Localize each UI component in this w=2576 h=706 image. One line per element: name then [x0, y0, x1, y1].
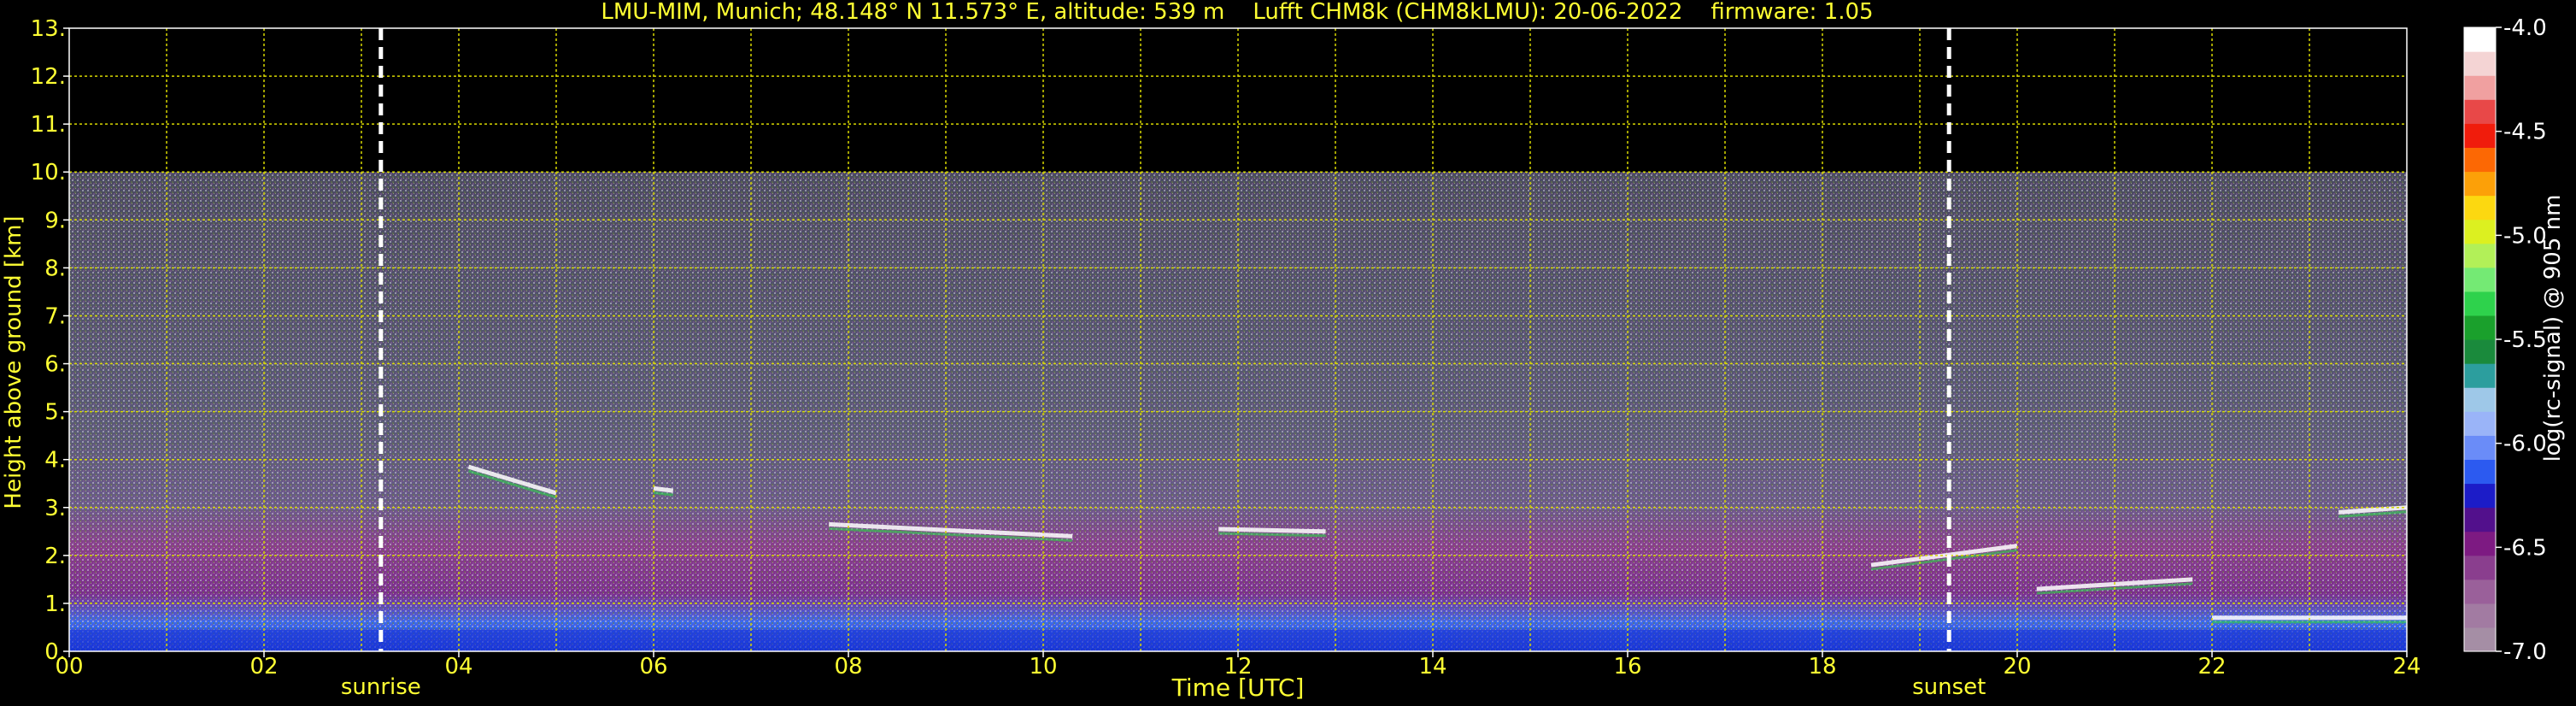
colorbar-segment	[2464, 483, 2496, 509]
y-tick-label: 7.	[44, 303, 66, 329]
colorbar-segment	[2464, 579, 2496, 604]
colorbar-segment	[2464, 627, 2496, 652]
y-tick-label: 10.	[31, 160, 66, 185]
colorbar-segment	[2464, 195, 2496, 221]
sunrise-label: sunrise	[341, 674, 421, 700]
colorbar-segment	[2464, 603, 2496, 628]
colorbar-segment	[2464, 555, 2496, 580]
colorbar-segment	[2464, 291, 2496, 316]
colorbar-segment	[2464, 339, 2496, 364]
x-tick-label: 04	[444, 654, 472, 680]
y-tick-label: 1.	[44, 591, 66, 617]
colorbar-segment	[2464, 267, 2496, 292]
colorbar-segment	[2464, 51, 2496, 76]
x-tick-label: 22	[2198, 654, 2226, 680]
y-tick-label: 9.	[44, 208, 66, 233]
x-axis-label: Time [UTC]	[1171, 674, 1305, 702]
y-tick-label: 13.	[31, 16, 66, 42]
x-tick-label: 20	[2003, 654, 2031, 680]
y-tick-label: 12.	[31, 64, 66, 90]
sunset-label: sunset	[1912, 674, 1986, 700]
x-tick-label: 08	[834, 654, 862, 680]
cloud-layer	[653, 485, 674, 493]
x-tick-label: 14	[1418, 654, 1446, 680]
colorbar-segment	[2464, 531, 2496, 556]
y-tick-label: 11.	[31, 112, 66, 138]
x-tick-label: 06	[639, 654, 667, 680]
colorbar-segment	[2464, 171, 2496, 197]
y-tick-label: 0.	[44, 639, 66, 665]
colorbar-segment	[2464, 363, 2496, 388]
x-tick-label: 10	[1029, 654, 1057, 680]
colorbar-tick-label: -6.5	[2503, 535, 2547, 561]
colorbar-segment	[2464, 315, 2496, 340]
colorbar-segment	[2464, 459, 2496, 485]
colorbar-segment	[2464, 219, 2496, 244]
ceilometer-chart: sunrise sunset 00 02 04 06 08 10 12 14 16 18 20 22 24…	[1, 0, 2566, 702]
colorbar-segment	[2464, 435, 2496, 460]
x-tick-label: 02	[249, 654, 278, 680]
colorbar-tick-label: -4.0	[2503, 15, 2547, 41]
colorbar-segment	[2464, 507, 2496, 532]
y-tick-label: 5.	[44, 400, 66, 426]
colorbar-segment	[2464, 411, 2496, 436]
y-axis-label: Height above ground [km]	[1, 215, 26, 509]
x-tick-label: 24	[2392, 654, 2421, 680]
x-tick-label: 16	[1613, 654, 1641, 680]
colorbar-tick-label: -4.5	[2503, 120, 2547, 145]
colorbar-segment	[2464, 243, 2496, 268]
chart-title: LMU-MIM, Munich; 48.148° N 11.573° E, al…	[601, 0, 1873, 25]
colorbar-segment	[2464, 147, 2496, 173]
y-tick-label: 2.	[44, 544, 66, 569]
colorbar-tick-label: -7.0	[2503, 639, 2547, 665]
colorbar-segment	[2464, 75, 2496, 100]
colorbar-label: log(rc-signal) @ 905 nm	[2540, 195, 2566, 462]
colorbar-segment	[2464, 387, 2496, 412]
colorbar-segment	[2464, 99, 2496, 124]
y-tick-label: 4.	[44, 448, 66, 474]
x-tick-label: 18	[1808, 654, 1836, 680]
y-tick-label: 8.	[44, 256, 66, 281]
colorbar-segment	[2464, 27, 2496, 52]
y-tick-label: 3.	[44, 496, 66, 521]
y-tick-label: 6.	[44, 352, 66, 378]
cloud-layer	[1218, 527, 1326, 534]
colorbar-segment	[2464, 123, 2496, 148]
